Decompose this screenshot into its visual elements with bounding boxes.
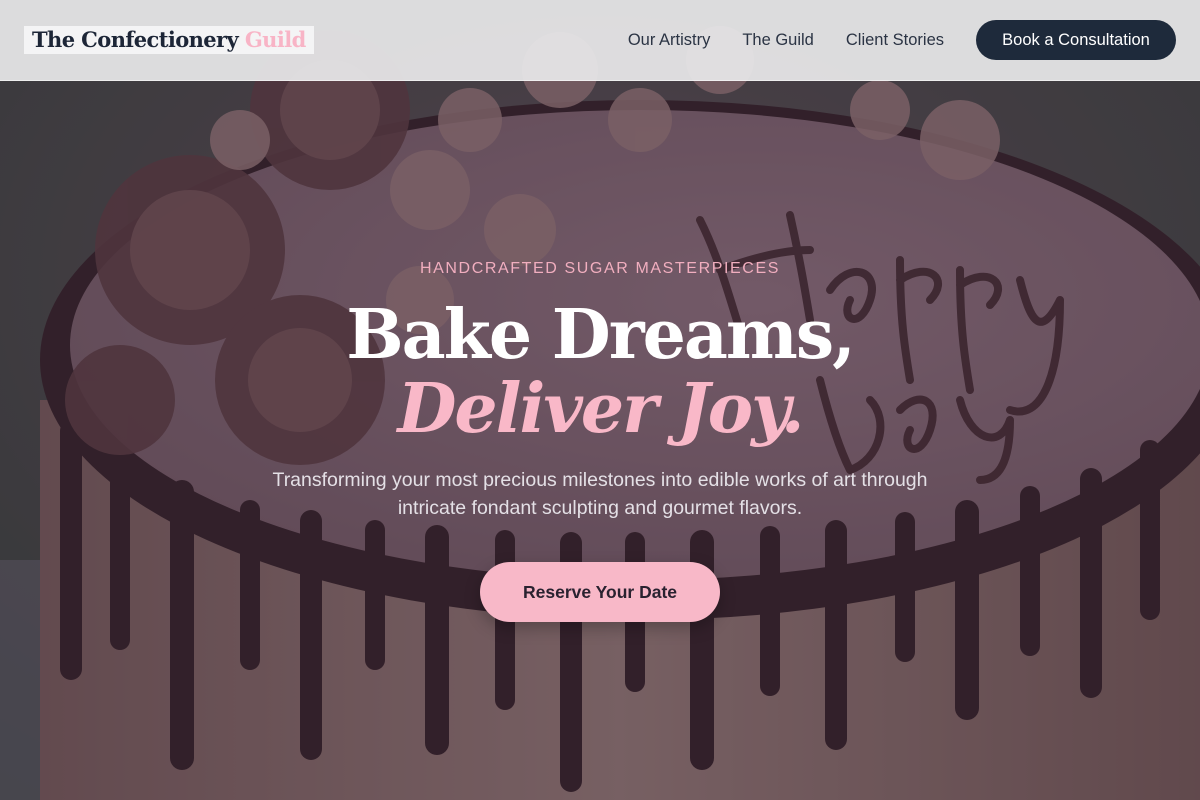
hero-eyebrow: HANDCRAFTED SUGAR MASTERPIECES: [419, 260, 781, 277]
hero-section: HANDCRAFTED SUGAR MASTERPIECES Bake Drea…: [0, 0, 1200, 800]
hero-headline-line1: Bake Dreams,: [346, 295, 856, 375]
hero-subtitle: Transforming your most precious mileston…: [272, 469, 928, 519]
hero-headline-line2: Deliver Joy.: [397, 369, 804, 449]
reserve-date-button[interactable]: Reserve Your Date: [480, 562, 720, 622]
hero-headline: Bake Dreams, Deliver Joy.: [0, 298, 1200, 446]
page: The Confectionery Guild Our Artistry The…: [0, 0, 1200, 800]
